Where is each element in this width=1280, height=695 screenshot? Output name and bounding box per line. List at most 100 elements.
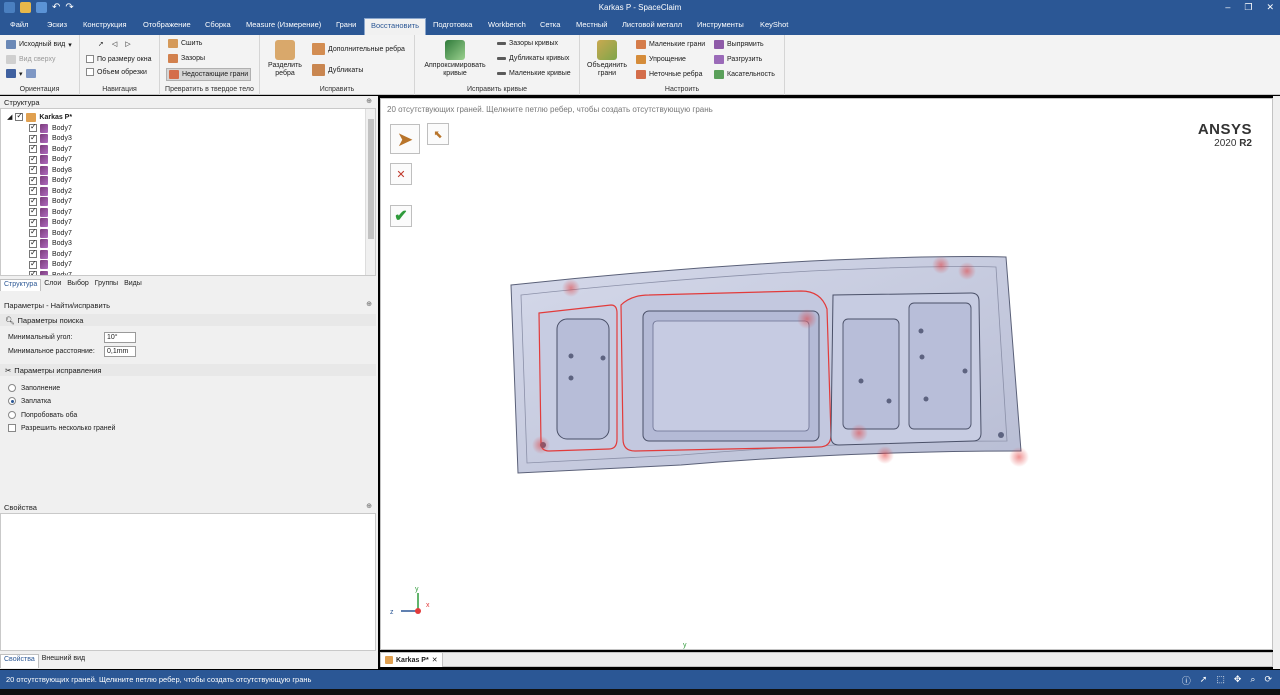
tab-tools[interactable]: Инструменты [697,20,744,29]
visibility-checkbox[interactable] [29,238,37,248]
min-angle-field[interactable]: 10° [104,332,136,343]
fix-params-section[interactable]: ✂ Параметры исправления [0,364,376,376]
restore-icon[interactable]: ❐ [1244,2,1252,13]
status-text: 20 отсутствующих граней. Щелкните петлю … [6,675,312,684]
visibility-checkbox[interactable] [29,227,37,238]
tab-mesh[interactable]: Сетка [540,20,560,29]
gaps-button[interactable]: Зазоры [168,54,205,63]
approximate-curves-button[interactable]: Аппроксимировать кривые [419,40,491,78]
visibility-checkbox[interactable] [15,111,24,122]
body-icon [40,260,48,270]
minimize-icon[interactable]: – [1225,2,1230,13]
pan-icon[interactable]: ✥ [1234,674,1242,687]
back-icon[interactable]: ◁ [112,40,117,48]
properties-panel [0,513,376,651]
split-edges-button[interactable]: Разделить ребра [266,40,304,78]
small-faces-button[interactable]: Маленькие грани [636,40,705,49]
tab-keyshot[interactable]: KeyShot [760,20,788,29]
tab-faces[interactable]: Грани [336,20,356,29]
option-fill[interactable]: Заполнение [8,384,60,392]
group-orient: Исходный вид ▾ Вид сверху ▾ Ориентация [0,35,80,95]
tab-layers[interactable]: Слои [41,279,64,291]
tangency-button[interactable]: Касательность [714,70,775,79]
body-icon [40,155,48,165]
document-tab[interactable]: Karkas P* ✕ [381,653,443,667]
merge-faces-button[interactable]: Объединить грани [582,40,632,78]
pin-icon[interactable]: ⊕ [366,97,372,105]
relax-button[interactable]: Разгрузить [714,55,762,64]
menu-bar: Файл Эскиз Конструкция Отображение Сборк… [0,17,1280,35]
body-icon [40,207,48,217]
duplicates-button[interactable]: Дубликаты [312,64,363,76]
tab-properties[interactable]: Свойства [0,654,39,668]
close-tab-icon[interactable]: ✕ [432,656,438,664]
curve-gaps-button[interactable]: Зазоры кривых [497,40,558,47]
visibility-checkbox[interactable] [29,175,37,185]
scroll-thumb[interactable] [368,119,374,239]
visibility-checkbox[interactable] [29,143,37,154]
visibility-checkbox[interactable] [29,154,37,164]
option-allow-multiple[interactable]: Разрешить несколько граней [8,424,115,432]
small-curves-button[interactable]: Маленькие кривые [497,70,571,77]
tab-appearance[interactable]: Внешний вид [39,654,88,668]
simplify-button[interactable]: Упрощение [636,55,686,64]
search-params-section[interactable]: 🔍︎ Параметры поиска [0,314,376,326]
visibility-checkbox[interactable] [29,269,37,275]
tree-root[interactable]: ◢ Karkas P* [7,111,72,123]
collapse-icon[interactable]: ◢ [7,113,12,121]
tab-views[interactable]: Виды [121,279,145,291]
box-select-icon[interactable]: ⬚ [1216,674,1225,687]
tab-repair[interactable]: Восстановить [364,18,427,35]
tab-assembly[interactable]: Сборка [205,20,231,29]
clip-volume-checkbox[interactable]: Объем обрезки [86,68,147,76]
tab-selection[interactable]: Выбор [64,279,92,291]
visibility-checkbox[interactable] [29,259,37,269]
tab-measure[interactable]: Measure (Измерение) [246,20,321,29]
info-icon[interactable]: ⓘ [1182,674,1191,687]
pin-icon[interactable]: ⊕ [366,502,372,510]
option-patch[interactable]: Заплатка [8,397,51,405]
tab-groups[interactable]: Группы [92,279,121,291]
forward-icon[interactable]: ▷ [125,40,130,48]
pin-icon[interactable]: ⊕ [366,300,372,308]
tab-workbench[interactable]: Workbench [488,20,526,29]
visibility-checkbox[interactable] [29,164,37,175]
visibility-checkbox[interactable] [29,248,37,259]
fit-window-checkbox[interactable]: По размеру окна [86,55,151,63]
tab-sheet-metal[interactable]: Листовой металл [622,20,682,29]
min-distance-field[interactable]: 0,1mm [104,346,136,357]
orient-tools[interactable]: ▾ [6,69,36,78]
rotate-icon[interactable]: ⟳ [1264,674,1272,687]
tab-display[interactable]: Отображение [143,20,191,29]
zoom-icon[interactable]: ⌕ [1250,674,1255,687]
tab-prepare[interactable]: Подготовка [433,20,472,29]
visibility-checkbox[interactable] [29,217,37,227]
tree-scrollbar[interactable] [365,109,375,275]
visibility-checkbox[interactable] [29,133,37,143]
home-view-dropdown[interactable]: Исходный вид ▾ [6,40,72,49]
status-tools: ⓘ ➚ ⬚ ✥ ⌕ ⟳ [1182,674,1272,687]
visibility-checkbox[interactable] [29,196,37,206]
tab-structure[interactable]: Структура [0,279,42,291]
stitch-button[interactable]: Сшить [168,39,202,48]
visibility-checkbox[interactable] [29,206,37,217]
tree-body-item[interactable]: Body7 [29,269,72,275]
tab-design[interactable]: Конструкция [83,20,127,29]
graphics-viewport[interactable]: 20 отсутствующих граней. Щелкните петлю … [380,98,1273,650]
select-mode-icon[interactable]: ➚ [1200,674,1208,687]
missing-faces-button[interactable]: Недостающие грани [166,68,252,81]
option-try-both[interactable]: Попробовать оба [8,411,77,419]
duplicate-curves-button[interactable]: Дубликаты кривых [497,55,569,62]
visibility-checkbox[interactable] [29,122,37,133]
car-body-panel-model[interactable] [510,256,1029,474]
tab-local[interactable]: Местный [576,20,607,29]
tab-file[interactable]: Файл [10,20,28,29]
visibility-checkbox[interactable] [29,185,37,196]
select-arrow-icon[interactable]: ➚ [98,40,104,48]
tab-sketch[interactable]: Эскиз [47,20,67,29]
top-view-button[interactable]: Вид сверху [6,55,55,64]
straighten-button[interactable]: Выпрямить [714,40,764,49]
inexact-edges-button[interactable]: Неточные ребра [636,70,702,79]
extra-edges-button[interactable]: Дополнительные ребра [312,43,405,55]
close-icon[interactable]: ✕ [1266,2,1274,13]
